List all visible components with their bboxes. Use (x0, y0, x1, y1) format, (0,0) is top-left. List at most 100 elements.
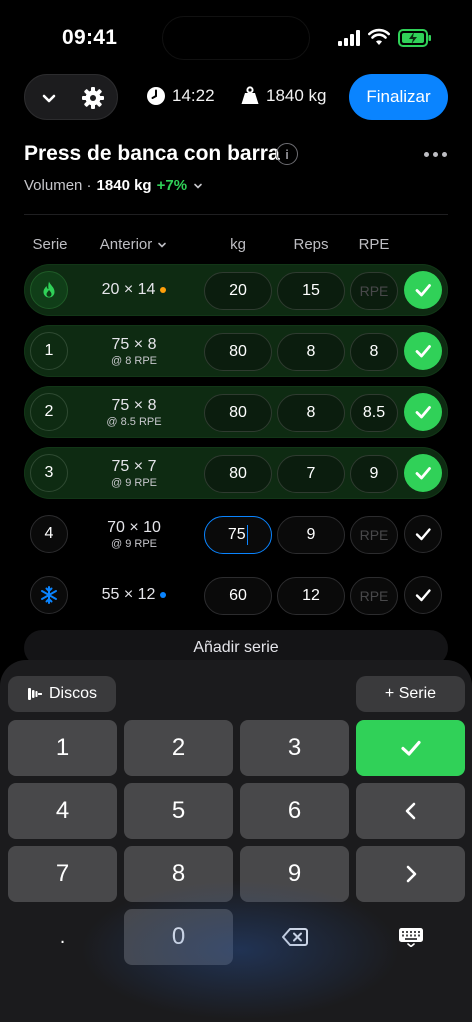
set-number[interactable]: 4 (30, 515, 68, 553)
previous-value[interactable]: 75 × 7 @ 9 RPE (84, 447, 184, 499)
previous-value[interactable]: 75 × 8 @ 8 RPE (84, 325, 184, 377)
confirm-key[interactable] (356, 720, 465, 776)
kg-input[interactable]: 80 (204, 333, 272, 371)
reps-input[interactable]: 15 (277, 272, 345, 310)
key-4[interactable]: 4 (8, 783, 117, 839)
plates-label: Discos (48, 685, 97, 702)
previous-weight-reps: 75 × 7 (111, 457, 157, 475)
set-type-cooldown[interactable] (30, 576, 68, 614)
more-options-icon[interactable] (424, 144, 448, 164)
complete-set-checkbox[interactable] (404, 576, 442, 614)
workout-toolbar: 14:22 1840 kg Finalizar (24, 74, 448, 120)
key-3[interactable]: 3 (240, 720, 349, 776)
previous-value[interactable]: 20 × 14 (84, 264, 184, 316)
backspace-key[interactable] (240, 909, 349, 965)
key-0[interactable]: 0 (124, 909, 233, 965)
set-number[interactable]: 2 (30, 393, 68, 431)
key-8[interactable]: 8 (124, 846, 233, 902)
cooldown-dot (160, 592, 167, 598)
reps-input[interactable]: 7 (277, 455, 345, 493)
set-number[interactable]: 1 (30, 332, 68, 370)
barbell-plates-icon (27, 688, 42, 700)
key-decimal[interactable]: . (8, 909, 117, 965)
volume-total: 1840 kg (96, 177, 152, 194)
cellular-signal-icon (338, 30, 360, 46)
reps-input[interactable]: 8 (277, 394, 345, 432)
kg-input-active[interactable]: 75 (204, 516, 272, 554)
volume-change: +7% (156, 177, 188, 194)
wifi-icon (368, 28, 390, 45)
set-row-2: 2 75 × 8 @ 8.5 RPE 80 8 8.5 (24, 386, 448, 438)
key-2[interactable]: 2 (124, 720, 233, 776)
checkmark-icon (415, 406, 431, 419)
reps-input[interactable]: 12 (277, 577, 345, 615)
workout-duration: 14:22 (146, 86, 215, 106)
previous-value[interactable]: 75 × 8 @ 8.5 RPE (84, 386, 184, 438)
dynamic-island (162, 16, 310, 60)
volume-label: Volumen · (24, 177, 92, 194)
status-time: 09:41 (62, 26, 118, 49)
volume-summary[interactable]: Volumen · 1840 kg +7% (24, 177, 204, 194)
kg-input[interactable]: 80 (204, 455, 272, 493)
dismiss-keyboard-key[interactable] (356, 909, 465, 965)
reps-input[interactable]: 9 (277, 516, 345, 554)
reps-input[interactable]: 8 (277, 333, 345, 371)
complete-set-checkbox[interactable] (404, 515, 442, 553)
col-reps: Reps (293, 236, 329, 253)
kg-input[interactable]: 60 (204, 577, 272, 615)
key-5[interactable]: 5 (124, 783, 233, 839)
rpe-input[interactable]: RPE (350, 516, 398, 554)
set-row-4: 4 70 × 10 @ 9 RPE 75 9 RPE (24, 508, 448, 560)
flame-icon (43, 281, 55, 298)
collapse-settings-pill (24, 74, 118, 120)
checkmark-icon (415, 284, 431, 297)
finish-workout-button[interactable]: Finalizar (349, 74, 448, 120)
weight-icon (241, 86, 259, 104)
col-previous[interactable]: Anterior (84, 236, 184, 253)
checkmark-icon (415, 589, 431, 602)
kg-input[interactable]: 20 (204, 272, 272, 310)
set-row-1: 1 75 × 8 @ 8 RPE 80 8 8 (24, 325, 448, 377)
rpe-input[interactable]: RPE (350, 577, 398, 615)
checkmark-icon (415, 467, 431, 480)
status-bar: 09:41 (0, 0, 472, 72)
checkmark-icon (415, 345, 431, 358)
complete-set-checkbox[interactable] (404, 454, 442, 492)
exercise-title[interactable]: Press de banca con barra (24, 142, 280, 166)
previous-field-key[interactable] (356, 783, 465, 839)
rpe-input[interactable]: 9 (350, 455, 398, 493)
chevron-right-icon (406, 865, 416, 883)
add-set-key[interactable]: + Serie (356, 676, 465, 712)
key-6[interactable]: 6 (240, 783, 349, 839)
complete-set-checkbox[interactable] (404, 271, 442, 309)
duration-value: 14:22 (172, 86, 215, 105)
chevron-down-icon[interactable] (39, 88, 59, 108)
previous-value[interactable]: 55 × 12 (84, 569, 184, 621)
previous-rpe: @ 9 RPE (110, 537, 157, 550)
key-7[interactable]: 7 (8, 846, 117, 902)
clock-icon (147, 87, 165, 105)
checkmark-icon (415, 528, 431, 541)
complete-set-checkbox[interactable] (404, 393, 442, 431)
rpe-input[interactable]: 8 (350, 333, 398, 371)
previous-weight-reps: 70 × 10 (107, 518, 161, 536)
previous-weight-reps: 75 × 8 (111, 396, 157, 414)
chevron-down-icon (158, 242, 167, 248)
next-field-key[interactable] (356, 846, 465, 902)
col-rpe: RPE (358, 236, 390, 253)
kg-input[interactable]: 80 (204, 394, 272, 432)
plates-button[interactable]: Discos (8, 676, 116, 712)
key-9[interactable]: 9 (240, 846, 349, 902)
gear-icon[interactable] (81, 86, 105, 110)
previous-value[interactable]: 70 × 10 @ 9 RPE (84, 508, 184, 560)
key-1[interactable]: 1 (8, 720, 117, 776)
rpe-input[interactable]: 8.5 (350, 394, 398, 432)
complete-set-checkbox[interactable] (404, 332, 442, 370)
previous-weight-reps: 20 × 14 (101, 281, 156, 298)
numeric-keyboard: Discos + Serie 1 2 3 4 5 6 7 8 9 . 0 (0, 660, 472, 1022)
kg-value: 75 (227, 526, 246, 543)
info-icon[interactable]: i (276, 143, 298, 165)
set-number[interactable]: 3 (30, 454, 68, 492)
rpe-input[interactable]: RPE (350, 272, 398, 310)
set-type-warmup[interactable] (30, 271, 68, 309)
